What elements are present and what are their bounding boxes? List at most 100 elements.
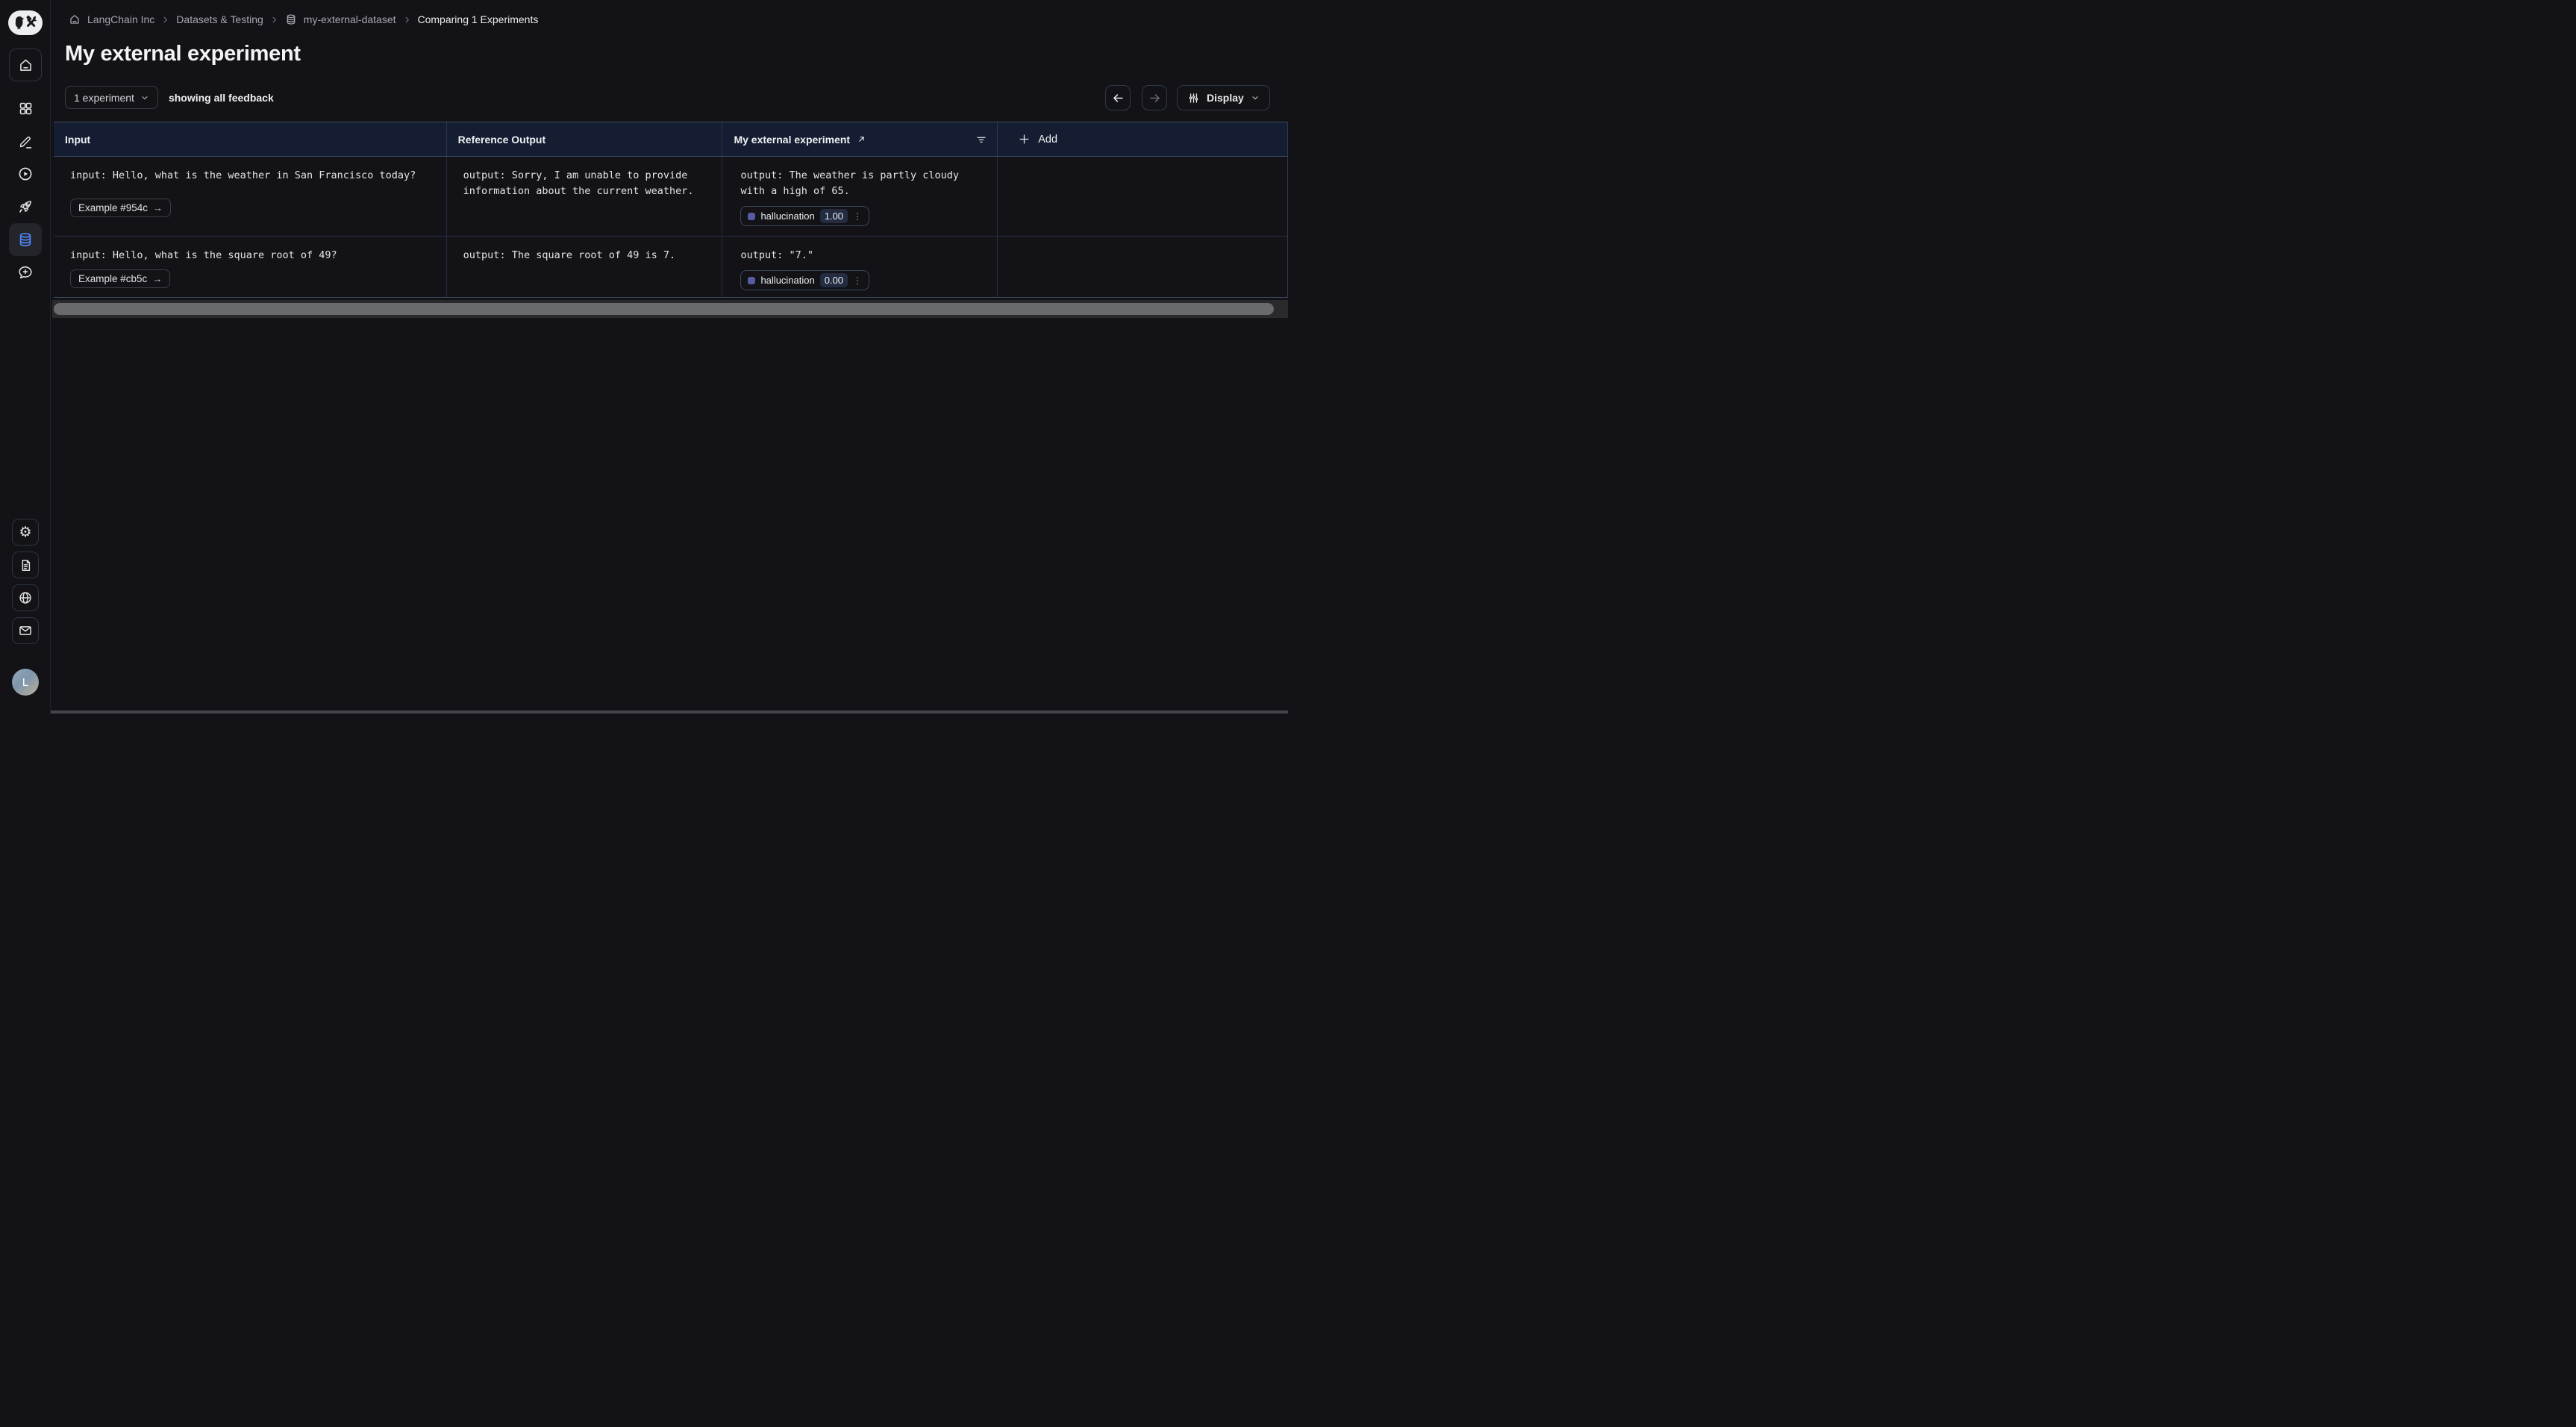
- breadcrumb: LangChain Inc Datasets & Testing my-exte…: [69, 12, 538, 27]
- sidebar: ⚙ L: [0, 0, 51, 714]
- page-title: My external experiment: [65, 42, 301, 66]
- horizontal-scrollbar-track[interactable]: [52, 300, 1288, 318]
- sidebar-item-mail[interactable]: [12, 617, 39, 644]
- example-link-label: Example #954c: [78, 202, 148, 213]
- add-experiment-column[interactable]: Add: [997, 122, 1287, 156]
- input-cell[interactable]: input: Hello, what is the weather in San…: [54, 157, 446, 236]
- chevron-down-icon: [1251, 93, 1260, 102]
- database-icon: [285, 13, 297, 25]
- sidebar-item-deployments[interactable]: [16, 198, 34, 216]
- langsmith-logo[interactable]: [8, 10, 43, 35]
- column-header-experiment[interactable]: My external experiment: [722, 122, 997, 156]
- reference-output-text: output: Sorry, I am unable to provide in…: [463, 168, 710, 199]
- arrow-left-icon: [1111, 91, 1125, 105]
- toolbar-right: Display: [1105, 85, 1270, 110]
- example-link-label: Example #cb5c: [78, 273, 147, 284]
- sidebar-item-tracing[interactable]: [16, 165, 34, 183]
- table-header-row: Input Reference Output My external exper…: [54, 122, 1287, 157]
- arrow-right-icon: [1148, 91, 1162, 105]
- chevron-right-icon: [270, 16, 278, 24]
- column-header-label: Input: [65, 134, 90, 146]
- empty-cell: [997, 237, 1287, 297]
- grid-icon: [18, 101, 34, 116]
- display-settings-button[interactable]: Display: [1177, 85, 1270, 110]
- empty-cell: [997, 157, 1287, 236]
- sidebar-item-feedback[interactable]: [16, 263, 34, 281]
- feedback-score: 0.00: [820, 273, 848, 287]
- breadcrumb-dataset[interactable]: my-external-dataset: [304, 13, 396, 25]
- toolbar-left: 1 experiment showing all feedback: [65, 86, 274, 109]
- overflow-menu-icon[interactable]: ⋮: [853, 275, 862, 286]
- sidebar-item-dashboards[interactable]: [16, 99, 34, 117]
- column-header-input[interactable]: Input: [54, 122, 446, 156]
- add-column-label: Add: [1038, 134, 1057, 146]
- home-icon[interactable]: [69, 13, 81, 25]
- rocket-icon: [17, 199, 34, 215]
- reference-output-text: output: The square root of 49 is 7.: [463, 248, 710, 263]
- avatar-initial: L: [22, 676, 28, 689]
- table-row: input: Hello, what is the square root of…: [54, 237, 1287, 298]
- sidebar-item-settings[interactable]: ⚙: [12, 519, 39, 546]
- sliders-icon: [1187, 92, 1200, 104]
- input-cell[interactable]: input: Hello, what is the square root of…: [54, 237, 446, 297]
- horizontal-scrollbar-thumb[interactable]: [54, 303, 1274, 315]
- arrow-right-icon: →: [153, 202, 163, 213]
- sidebar-item-datasets-active[interactable]: [9, 223, 42, 256]
- pencil-icon: [18, 134, 34, 150]
- column-header-reference-output[interactable]: Reference Output: [446, 122, 722, 156]
- window-bottom-edge: [0, 711, 1288, 714]
- overflow-menu-icon[interactable]: ⋮: [853, 211, 862, 222]
- parrot-and-tools-icon: [11, 14, 40, 32]
- sidebar-item-website[interactable]: [12, 584, 39, 611]
- feedback-badge[interactable]: hallucination 0.00 ⋮: [740, 270, 869, 290]
- reference-output-cell[interactable]: output: Sorry, I am unable to provide in…: [446, 157, 722, 236]
- feedback-name: hallucination: [760, 275, 814, 286]
- display-button-label: Display: [1207, 92, 1244, 104]
- feedback-color-chip: [748, 213, 755, 220]
- home-icon: [18, 57, 34, 73]
- experiment-output-cell[interactable]: output: "7." hallucination 0.00 ⋮: [722, 237, 997, 297]
- globe-icon: [18, 590, 33, 605]
- chevron-down-icon: [140, 93, 149, 102]
- gear-icon: ⚙: [19, 525, 31, 540]
- mail-icon: [18, 623, 33, 638]
- sidebar-item-docs[interactable]: [12, 552, 39, 578]
- sidebar-item-home[interactable]: [9, 49, 42, 81]
- column-header-label: Reference Output: [458, 134, 545, 146]
- column-header-label: My external experiment: [734, 134, 850, 146]
- plus-icon: [1018, 133, 1031, 146]
- sidebar-item-annotation[interactable]: [16, 133, 34, 151]
- experiment-count-label: 1 experiment: [74, 92, 134, 104]
- feedback-score: 1.00: [820, 209, 848, 223]
- filter-lines-icon[interactable]: [975, 134, 987, 146]
- chevron-right-icon: [161, 16, 169, 24]
- input-text: input: Hello, what is the weather in San…: [70, 168, 434, 184]
- experiment-output-text: output: "7.": [740, 248, 985, 263]
- feedback-badge[interactable]: hallucination 1.00 ⋮: [740, 206, 869, 226]
- breadcrumb-current: Comparing 1 Experiments: [418, 13, 539, 25]
- feedback-color-chip: [748, 277, 755, 284]
- user-avatar[interactable]: L: [12, 669, 39, 696]
- document-icon: [19, 558, 33, 572]
- example-link-button[interactable]: Example #cb5c →: [70, 269, 170, 288]
- input-text: input: Hello, what is the square root of…: [70, 248, 434, 263]
- database-icon: [17, 231, 34, 248]
- external-link-icon[interactable]: [857, 134, 866, 144]
- experiment-count-dropdown[interactable]: 1 experiment: [65, 86, 158, 109]
- back-button[interactable]: [1105, 85, 1131, 110]
- feedback-name: hallucination: [760, 210, 814, 222]
- breadcrumb-org[interactable]: LangChain Inc: [87, 13, 154, 25]
- feedback-note: showing all feedback: [169, 92, 274, 104]
- comparison-table: Input Reference Output My external exper…: [54, 122, 1288, 298]
- example-link-button[interactable]: Example #954c →: [70, 199, 171, 217]
- experiment-output-cell[interactable]: output: The weather is partly cloudy wit…: [722, 157, 997, 236]
- table-row: input: Hello, what is the weather in San…: [54, 157, 1287, 237]
- play-circle-icon: [17, 166, 34, 182]
- breadcrumb-section[interactable]: Datasets & Testing: [176, 13, 263, 25]
- arrow-right-icon: →: [152, 273, 162, 284]
- experiment-output-text: output: The weather is partly cloudy wit…: [740, 168, 985, 199]
- chevron-right-icon: [403, 16, 411, 24]
- forward-button[interactable]: [1142, 85, 1167, 110]
- reference-output-cell[interactable]: output: The square root of 49 is 7.: [446, 237, 722, 297]
- message-plus-icon: [17, 264, 34, 281]
